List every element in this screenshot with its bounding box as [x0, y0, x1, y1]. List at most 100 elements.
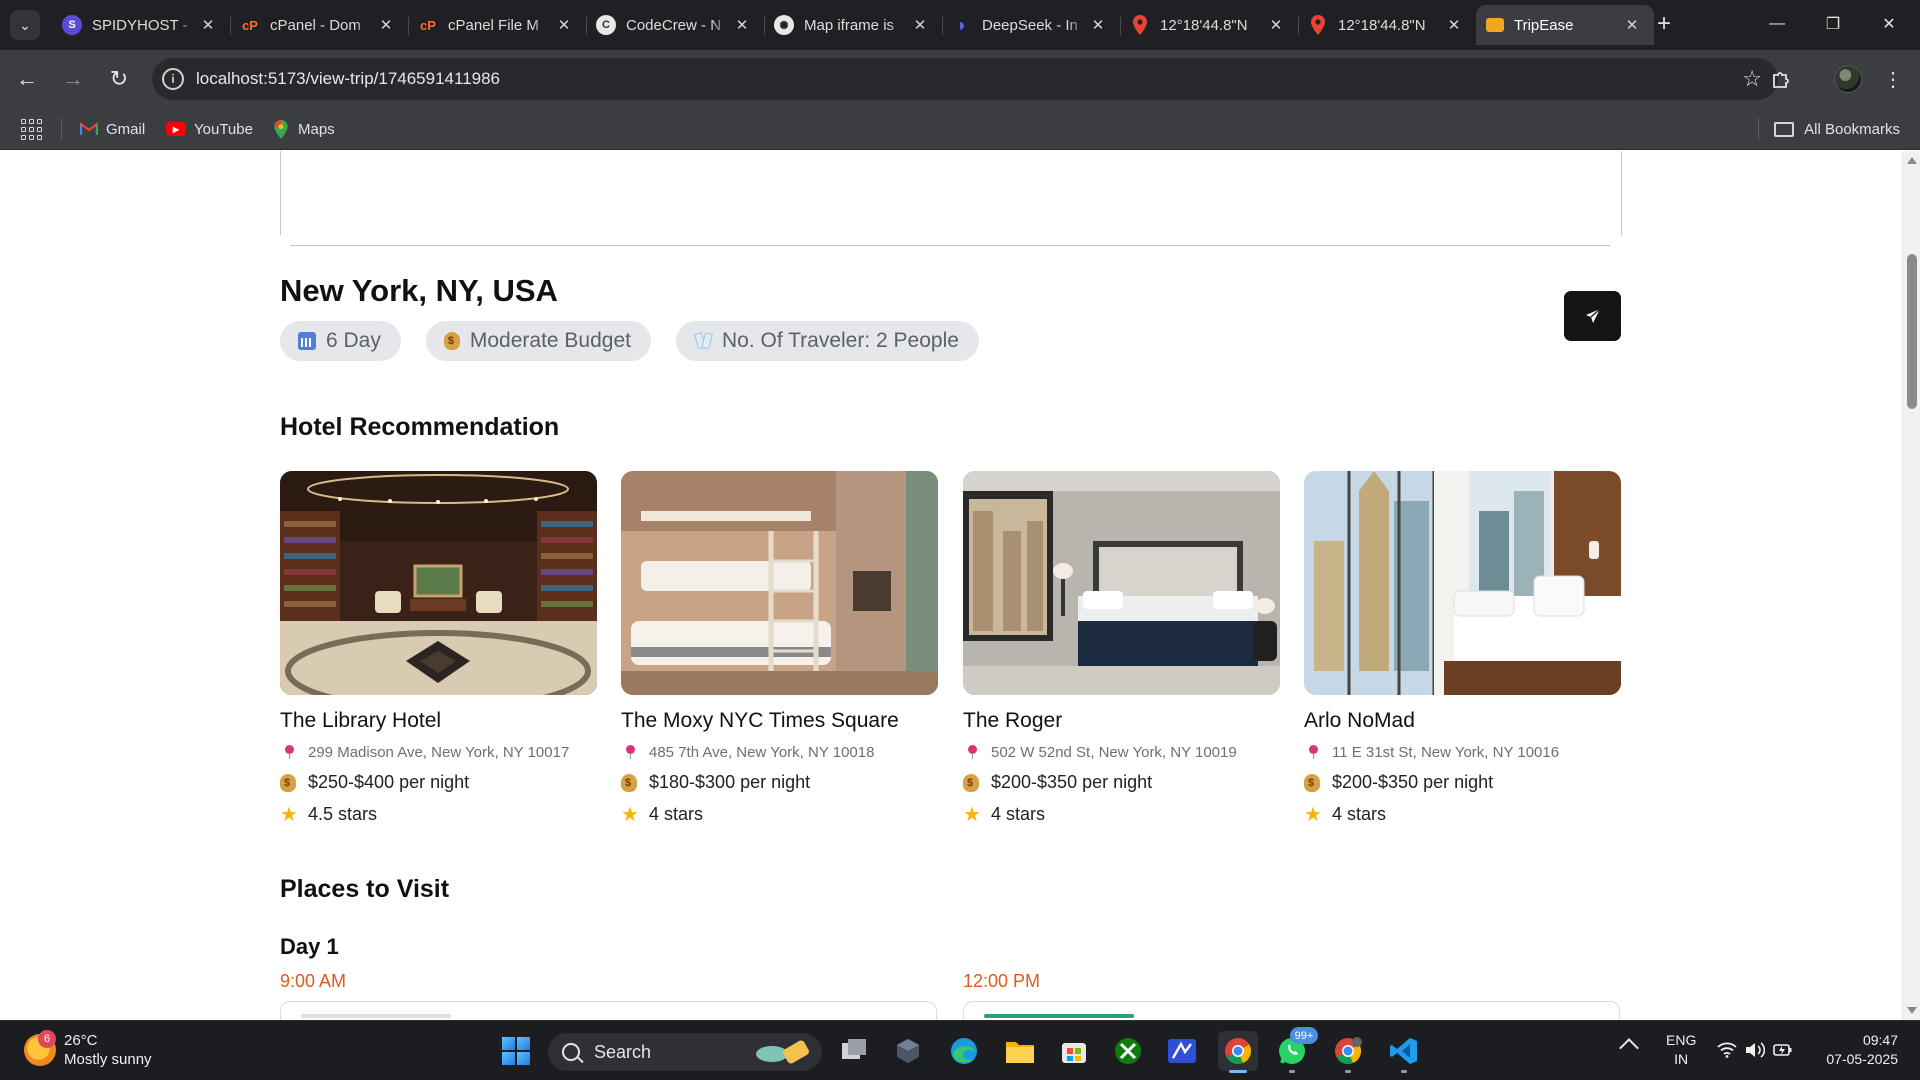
tab-strip: ⌄ S SPIDYHOST - ✕ cP cPanel - Dom ✕ cP c…: [0, 0, 1920, 50]
tab-cpanel-file-manager[interactable]: cP cPanel File M ✕: [408, 5, 586, 45]
edge-app[interactable]: [944, 1031, 984, 1071]
hotel-address: 11 E 31st St, New York, NY 10016: [1332, 744, 1560, 761]
hotel-card[interactable]: The Roger 502 W 52nd St, New York, NY 10…: [963, 471, 1280, 825]
hotel-rating-row: ★ 4.5 stars: [280, 804, 597, 825]
cpanel-icon: cP: [420, 17, 436, 33]
profile-avatar[interactable]: [1834, 65, 1862, 93]
store-app[interactable]: [1054, 1031, 1094, 1071]
tab-maps-coordinates-2[interactable]: 12°18'44.8"N ✕: [1298, 5, 1476, 45]
site-info-icon[interactable]: i: [162, 68, 184, 90]
close-icon[interactable]: ✕: [1088, 15, 1108, 35]
chrome-app[interactable]: [1218, 1031, 1258, 1073]
place-card[interactable]: [963, 1001, 1620, 1020]
all-bookmarks-button[interactable]: All Bookmarks: [1774, 118, 1900, 140]
reload-button[interactable]: ↻: [104, 64, 134, 94]
start-button[interactable]: [496, 1031, 536, 1071]
restore-button[interactable]: ❐: [1808, 8, 1858, 40]
map-iframe[interactable]: [280, 151, 1622, 235]
bookmark-youtube[interactable]: ▶ YouTube: [166, 118, 253, 140]
tab-search-button[interactable]: ⌄: [10, 10, 40, 40]
tab-spidyhost[interactable]: S SPIDYHOST - ✕: [52, 5, 230, 45]
vpn-app[interactable]: [1162, 1031, 1202, 1071]
scroll-up-icon[interactable]: [1907, 157, 1917, 164]
tab-title: cPanel - Dom: [270, 16, 361, 34]
apps-grid-icon[interactable]: [20, 118, 42, 140]
xbox-icon: [1115, 1038, 1141, 1064]
back-button[interactable]: ←: [12, 64, 42, 94]
url-text[interactable]: localhost:5173/view-trip/1746591411986: [196, 69, 500, 89]
chrome-icon: [1335, 1037, 1362, 1065]
close-icon[interactable]: ✕: [554, 15, 574, 35]
chrome-profile-app[interactable]: [1328, 1031, 1368, 1073]
divider: [1758, 118, 1759, 140]
close-icon[interactable]: ✕: [1622, 15, 1642, 35]
chip-label: 6 Day: [326, 329, 381, 352]
page-viewport: New York, NY, USA 6 Day Moderate Budget …: [0, 151, 1902, 1020]
tab-codecrew[interactable]: C CodeCrew - N ✕: [586, 5, 764, 45]
scroll-thumb[interactable]: [1907, 254, 1917, 409]
new-tab-button[interactable]: +: [1650, 10, 1678, 38]
weather-widget[interactable]: 6 26°C Mostly sunny: [24, 1030, 152, 1069]
hotel-rating-row: ★ 4 stars: [1304, 804, 1621, 825]
hotel-card[interactable]: The Moxy NYC Times Square 485 7th Ave, N…: [621, 471, 938, 825]
codecrew-icon: C: [596, 15, 616, 35]
whatsapp-app[interactable]: 99+: [1272, 1027, 1318, 1073]
extensions-button[interactable]: [1767, 64, 1797, 94]
browser-menu-button[interactable]: ⋮: [1878, 64, 1908, 94]
location-pin-icon: [1308, 744, 1320, 761]
weather-text: 26°C Mostly sunny: [64, 1031, 152, 1069]
bookmark-maps[interactable]: Maps: [272, 118, 335, 140]
bookmark-star-icon[interactable]: ☆: [1742, 66, 1762, 92]
file-explorer-app[interactable]: [1000, 1031, 1040, 1071]
taskbar-search[interactable]: Search: [548, 1033, 822, 1071]
copilot-app[interactable]: [888, 1031, 928, 1071]
close-icon[interactable]: ✕: [376, 15, 396, 35]
hotel-rating: 4 stars: [1331, 804, 1386, 824]
hotel-card[interactable]: Arlo NoMad 11 E 31st St, New York, NY 10…: [1304, 471, 1621, 825]
share-button[interactable]: [1564, 291, 1621, 341]
money-bag-icon: [963, 773, 979, 792]
tab-deepseek[interactable]: ◗ DeepSeek - In ✕: [942, 5, 1120, 45]
close-icon[interactable]: ✕: [1444, 15, 1464, 35]
chrome-icon: [1225, 1038, 1252, 1065]
hotel-photo[interactable]: [280, 471, 597, 695]
forward-button[interactable]: →: [58, 64, 88, 94]
minimize-button[interactable]: —: [1752, 8, 1802, 40]
cube-app-icon: [897, 1039, 919, 1063]
close-icon[interactable]: ✕: [910, 15, 930, 35]
money-bag-icon: [443, 332, 460, 350]
edge-icon: [951, 1038, 977, 1064]
address-bar[interactable]: i localhost:5173/view-trip/1746591411986…: [152, 58, 1778, 100]
scroll-down-icon[interactable]: [1907, 1007, 1917, 1014]
maps-pin-icon: [1308, 15, 1328, 35]
close-icon[interactable]: ✕: [198, 15, 218, 35]
task-view-button[interactable]: [834, 1031, 874, 1071]
show-hidden-icons-chevron-icon[interactable]: [1619, 1038, 1639, 1058]
page-scrollbar[interactable]: [1902, 151, 1920, 1020]
send-icon: [1585, 308, 1600, 323]
close-icon[interactable]: ✕: [1266, 15, 1286, 35]
hotel-photo[interactable]: [1304, 471, 1621, 695]
tab-maps-coordinates-1[interactable]: 12°18'44.8"N ✕: [1120, 5, 1298, 45]
battery-icon[interactable]: [1772, 1039, 1794, 1061]
close-window-button[interactable]: ✕: [1864, 8, 1914, 40]
bookmark-label: Maps: [298, 120, 335, 138]
system-clock[interactable]: 09:47 07-05-2025: [1818, 1031, 1898, 1069]
hotel-card[interactable]: The Library Hotel 299 Madison Ave, New Y…: [280, 471, 597, 825]
close-icon[interactable]: ✕: [732, 15, 752, 35]
place-card[interactable]: [280, 1001, 937, 1020]
xbox-app[interactable]: [1108, 1031, 1148, 1071]
puzzle-icon: [1773, 72, 1789, 88]
tab-cpanel-domains[interactable]: cP cPanel - Dom ✕: [230, 5, 408, 45]
tab-tripease[interactable]: TripEase ✕: [1476, 5, 1654, 45]
tab-map-iframe[interactable]: ✺ Map iframe is ✕: [764, 5, 942, 45]
hotel-photo[interactable]: [621, 471, 938, 695]
wifi-icon[interactable]: [1716, 1039, 1738, 1061]
bookmark-label: YouTube: [194, 120, 253, 138]
bookmark-gmail[interactable]: Gmail: [80, 118, 145, 140]
language-indicator[interactable]: ENG IN: [1666, 1031, 1696, 1069]
vscode-app[interactable]: [1384, 1031, 1424, 1073]
cpanel-icon: cP: [242, 17, 258, 33]
volume-icon[interactable]: [1744, 1039, 1766, 1061]
hotel-photo[interactable]: [963, 471, 1280, 695]
